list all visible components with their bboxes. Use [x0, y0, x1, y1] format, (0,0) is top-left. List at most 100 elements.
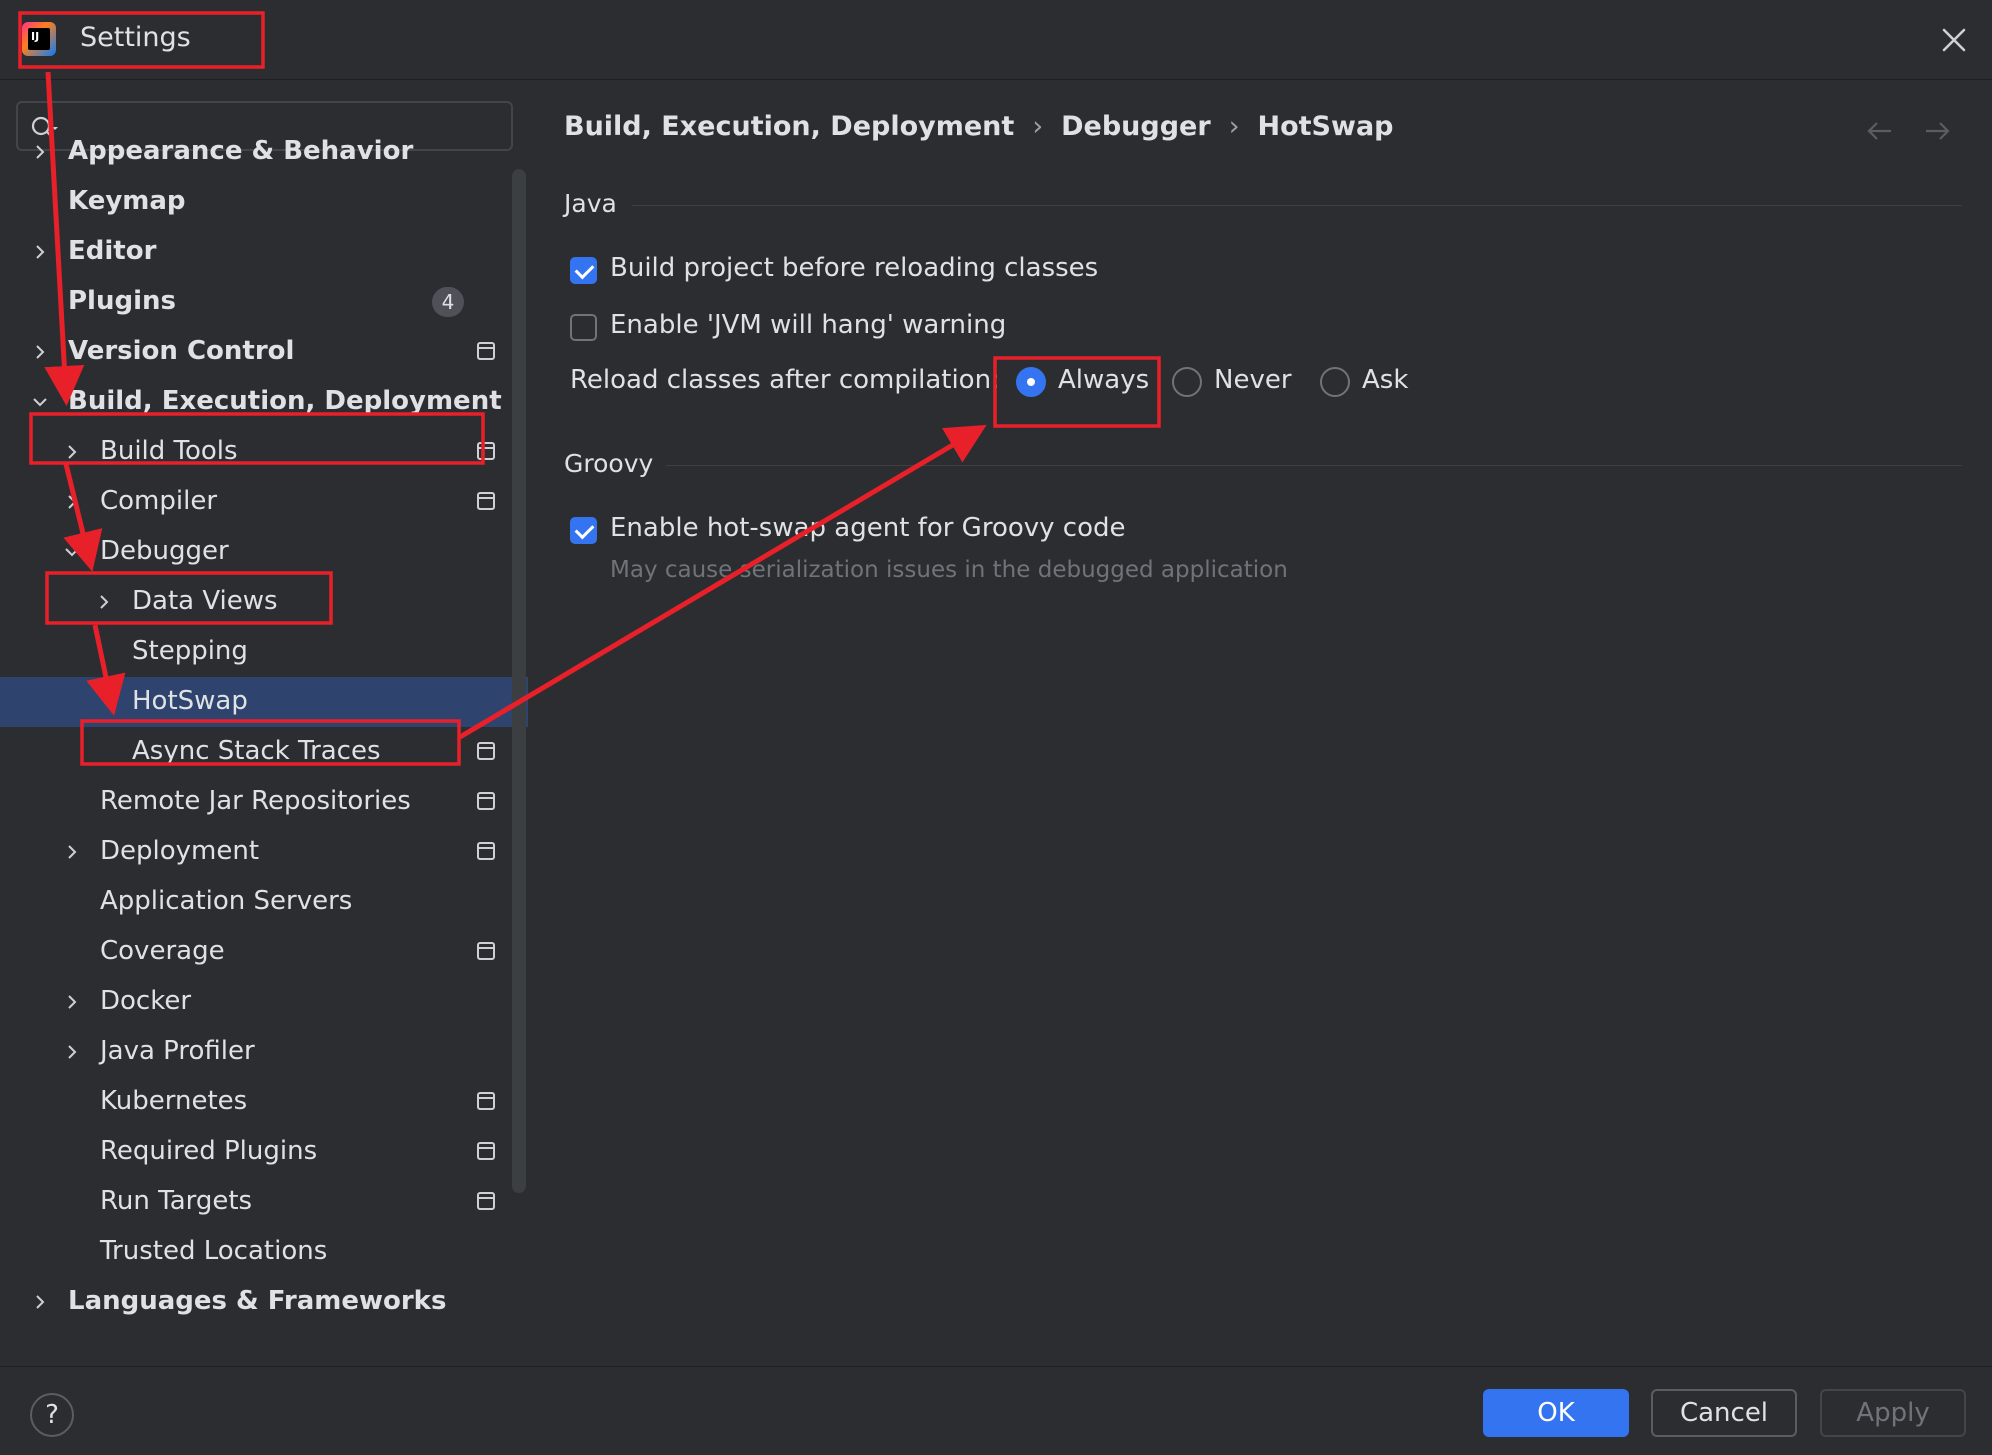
build-before-reload-checkbox[interactable] — [570, 257, 597, 284]
tree-item-docker[interactable]: Docker — [0, 977, 528, 1027]
tree-item-label: HotSwap — [132, 686, 248, 716]
tree-item-build-execution-deployment[interactable]: Build, Execution, Deployment — [0, 377, 528, 427]
tree-item-kubernetes[interactable]: Kubernetes — [0, 1077, 528, 1127]
chevron-right-icon[interactable] — [60, 1040, 84, 1064]
chevron-right-icon[interactable] — [28, 1290, 52, 1314]
groovy-section-title: Groovy — [564, 449, 654, 478]
tree-item-required-plugins[interactable]: Required Plugins — [0, 1127, 528, 1177]
project-level-icon — [477, 842, 495, 860]
tree-item-plugins[interactable]: Plugins 4 — [0, 277, 528, 327]
chevron-right-icon[interactable] — [60, 440, 84, 464]
tree-item-label: Coverage — [100, 936, 225, 966]
back-arrow-icon[interactable] — [1865, 119, 1895, 143]
settings-navigation: Appearance & Behavior Keymap Editor Plug… — [0, 81, 528, 1366]
intellij-logo-icon: IJ — [22, 22, 56, 56]
section-divider — [632, 205, 1962, 206]
chevron-right-icon[interactable] — [28, 340, 52, 364]
groovy-hotswap-agent-checkbox[interactable] — [570, 517, 597, 544]
tree-item-build-tools[interactable]: Build Tools — [0, 427, 528, 477]
jvm-hang-warning-checkbox[interactable] — [570, 314, 597, 341]
breadcrumb-separator: › — [1228, 111, 1240, 142]
chevron-right-icon[interactable] — [60, 990, 84, 1014]
tree-item-label: Application Servers — [100, 886, 353, 916]
tree-item-version-control[interactable]: Version Control — [0, 327, 528, 377]
chevron-right-icon[interactable] — [92, 590, 116, 614]
title-bar: IJ Settings — [0, 0, 1992, 80]
tree-item-label: Async Stack Traces — [132, 736, 381, 766]
breadcrumb-item-current: HotSwap — [1257, 111, 1394, 142]
settings-content: Build, Execution, Deployment › Debugger › Ho… — [528, 81, 1992, 1366]
build-before-reload-option[interactable]: Build project before reloading classes — [570, 251, 1270, 291]
project-level-icon — [477, 742, 495, 760]
close-button[interactable] — [1934, 20, 1974, 60]
tree-item-label: Deployment — [100, 836, 260, 866]
project-level-icon — [477, 442, 495, 460]
tree-item-label: Remote Jar Repositories — [100, 786, 411, 816]
breadcrumb: Build, Execution, Deployment › Debugger › Ho… — [564, 111, 1394, 142]
tree-item-remote-jar-repositories[interactable]: Remote Jar Repositories — [0, 777, 528, 827]
tree-item-label: Build Tools — [100, 436, 238, 466]
tree-item-compiler[interactable]: Compiler — [0, 477, 528, 527]
tree-item-stepping[interactable]: Stepping — [0, 627, 528, 677]
groovy-hotswap-agent-label: Enable hot-swap agent for Groovy code — [610, 513, 1126, 543]
history-navigation — [1843, 119, 1952, 147]
close-icon — [1942, 28, 1966, 52]
tree-item-hotswap[interactable]: HotSwap — [0, 677, 528, 727]
tree-item-run-targets[interactable]: Run Targets — [0, 1177, 528, 1227]
reload-ask-radio[interactable] — [1320, 367, 1350, 397]
breadcrumb-separator: › — [1032, 111, 1044, 142]
jvm-hang-warning-option[interactable]: Enable 'JVM will hang' warning — [570, 308, 1270, 348]
dialog-footer: ? OK Cancel Apply — [0, 1366, 1992, 1455]
chevron-right-icon[interactable] — [60, 840, 84, 864]
breadcrumb-item[interactable]: Build, Execution, Deployment — [564, 111, 1014, 142]
breadcrumb-item[interactable]: Debugger — [1061, 111, 1211, 142]
groovy-hotswap-agent-option[interactable]: Enable hot-swap agent for Groovy code — [570, 511, 1270, 551]
forward-arrow-icon[interactable] — [1922, 119, 1952, 143]
tree-item-data-views[interactable]: Data Views — [0, 577, 528, 627]
tree-item-label: Compiler — [100, 486, 218, 516]
tree-item-deployment[interactable]: Deployment — [0, 827, 528, 877]
tree-item-label: Plugins — [68, 286, 176, 316]
reload-never-label[interactable]: Never — [1214, 365, 1292, 395]
java-section-title: Java — [564, 189, 617, 218]
tree-item-languages-frameworks[interactable]: Languages & Frameworks — [0, 1277, 528, 1327]
tree-item-label: Build, Execution, Deployment — [68, 386, 502, 416]
chevron-down-icon[interactable] — [28, 390, 52, 414]
chevron-down-icon[interactable] — [60, 540, 84, 564]
project-level-icon — [477, 1142, 495, 1160]
chevron-right-icon[interactable] — [60, 490, 84, 514]
cancel-button[interactable]: Cancel — [1651, 1389, 1797, 1437]
build-before-reload-label: Build project before reloading classes — [610, 253, 1099, 283]
project-level-icon — [477, 792, 495, 810]
reload-always-label[interactable]: Always — [1058, 365, 1149, 395]
tree-item-application-servers[interactable]: Application Servers — [0, 877, 528, 927]
reload-classes-label: Reload classes after compilation: — [570, 365, 1000, 395]
tree-item-editor[interactable]: Editor — [0, 227, 528, 277]
tree-item-label: Keymap — [68, 186, 186, 216]
reload-ask-label[interactable]: Ask — [1362, 365, 1408, 395]
navigation-scrollbar[interactable] — [512, 169, 526, 1193]
tree-item-label: Required Plugins — [100, 1136, 318, 1166]
reload-always-radio[interactable] — [1016, 367, 1046, 397]
chevron-right-icon[interactable] — [28, 140, 52, 164]
apply-button[interactable]: Apply — [1820, 1389, 1966, 1437]
tree-item-debugger[interactable]: Debugger — [0, 527, 528, 577]
jvm-hang-warning-label: Enable 'JVM will hang' warning — [610, 310, 1007, 340]
tree-item-trusted-locations[interactable]: Trusted Locations — [0, 1227, 528, 1277]
window-title: Settings — [80, 22, 191, 53]
tree-item-label: Editor — [68, 236, 157, 266]
tree-item-coverage[interactable]: Coverage — [0, 927, 528, 977]
tree-item-label: Languages & Frameworks — [68, 1286, 447, 1316]
tree-item-label: Data Views — [132, 586, 278, 616]
tree-item-keymap[interactable]: Keymap — [0, 177, 528, 227]
help-button[interactable]: ? — [30, 1393, 74, 1437]
reload-never-radio[interactable] — [1172, 367, 1202, 397]
tree-item-appearance-behavior[interactable]: Appearance & Behavior — [0, 127, 528, 177]
ok-button[interactable]: OK — [1483, 1389, 1629, 1437]
project-level-icon — [477, 492, 495, 510]
section-divider — [666, 465, 1962, 466]
tree-item-async-stack-traces[interactable]: Async Stack Traces — [0, 727, 528, 777]
tree-item-java-profiler[interactable]: Java Profiler — [0, 1027, 528, 1077]
tree-item-label: Kubernetes — [100, 1086, 248, 1116]
chevron-right-icon[interactable] — [28, 240, 52, 264]
